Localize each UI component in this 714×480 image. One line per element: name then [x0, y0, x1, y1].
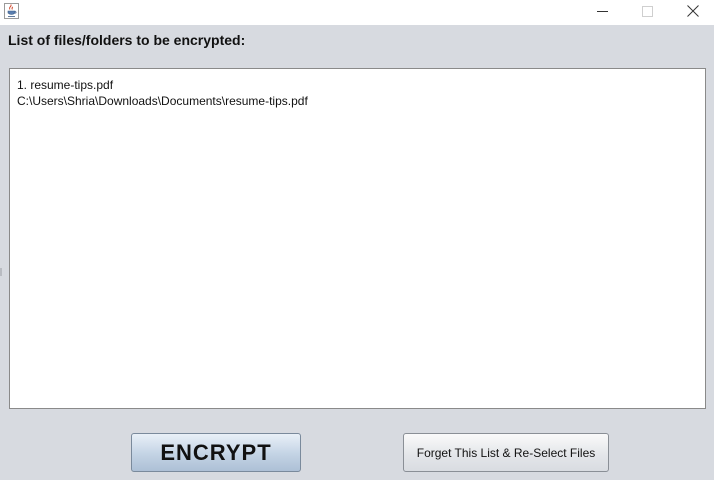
list-item-name: 1. resume-tips.pdf [17, 78, 114, 92]
list-item-path: C:\Users\Shria\Downloads\Documents\resum… [17, 94, 308, 108]
list-heading: List of files/folders to be encrypted: [8, 32, 246, 48]
close-icon [686, 4, 699, 22]
maximize-icon [642, 4, 653, 22]
title-bar[interactable] [0, 0, 714, 25]
window-resize-edge [0, 268, 2, 276]
encrypt-button[interactable]: ENCRYPT [131, 433, 301, 472]
java-cup-icon[interactable] [4, 3, 19, 19]
minimize-icon [597, 4, 608, 22]
close-button[interactable] [670, 0, 714, 25]
reselect-files-button[interactable]: Forget This List & Re-Select Files [403, 433, 609, 472]
maximize-button[interactable] [625, 0, 670, 25]
minimize-button[interactable] [580, 0, 625, 25]
main-window: List of files/folders to be encrypted: 1… [0, 0, 714, 480]
file-list-area[interactable]: 1. resume-tips.pdf C:\Users\Shria\Downlo… [9, 68, 706, 409]
